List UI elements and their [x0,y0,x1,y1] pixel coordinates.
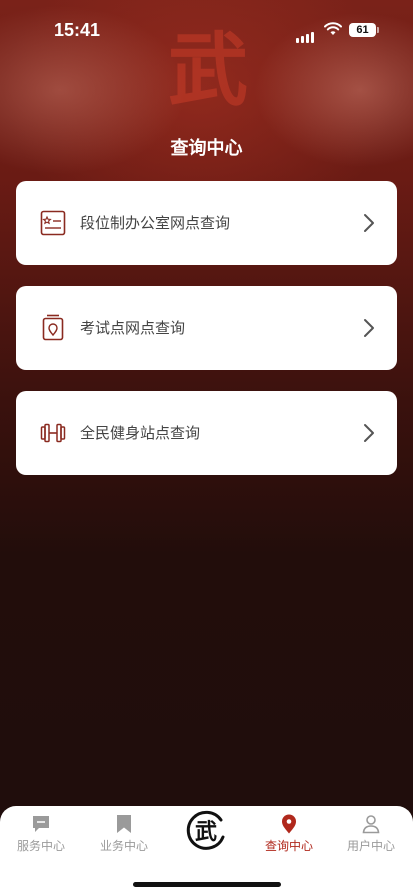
status-bar: 15:41 61 [0,0,413,60]
status-time: 15:41 [54,20,101,40]
user-icon [362,815,380,834]
card-label: 段位制办公室网点查询 [80,214,231,232]
battery-icon: 61 [349,23,379,37]
signal-icon [296,24,316,43]
chevron-right-icon [364,214,374,232]
bookmark-icon [117,815,131,833]
chevron-right-icon [364,319,374,337]
tab-user-center[interactable]: 用户中心 [330,806,412,866]
dumbbell-icon [40,423,66,443]
location-pin-icon [42,314,64,341]
tab-label: 查询中心 [264,839,313,853]
card-label: 考试点网点查询 [80,319,186,337]
tab-query-center[interactable]: 查询中心 [248,806,330,866]
tab-label: 服务中心 [16,839,65,853]
home-indicator [133,882,281,887]
card-label: 全民健身站点查询 [80,424,201,442]
tab-label: 业务中心 [99,839,148,853]
card-exam-point-query[interactable]: 考试点网点查询 [16,286,397,370]
card-duanwei-office-query[interactable]: 段位制办公室网点查询 [16,181,397,265]
tab-label: 用户中心 [346,839,395,853]
location-pin-icon [282,814,296,834]
wifi-icon [324,22,342,35]
center-wu-logo-button[interactable]: 武 [183,808,229,854]
chevron-right-icon [364,424,374,442]
chat-icon [33,816,49,832]
logo-character: 武 [195,819,217,845]
page-title: 查询中心 [170,138,243,159]
card-fitness-station-query[interactable]: 全民健身站点查询 [16,391,397,475]
tab-business-center[interactable]: 业务中心 [83,806,165,866]
wu-logo: 武 [186,810,225,850]
certificate-icon [40,210,66,236]
tab-service-center[interactable]: 服务中心 [0,806,82,866]
